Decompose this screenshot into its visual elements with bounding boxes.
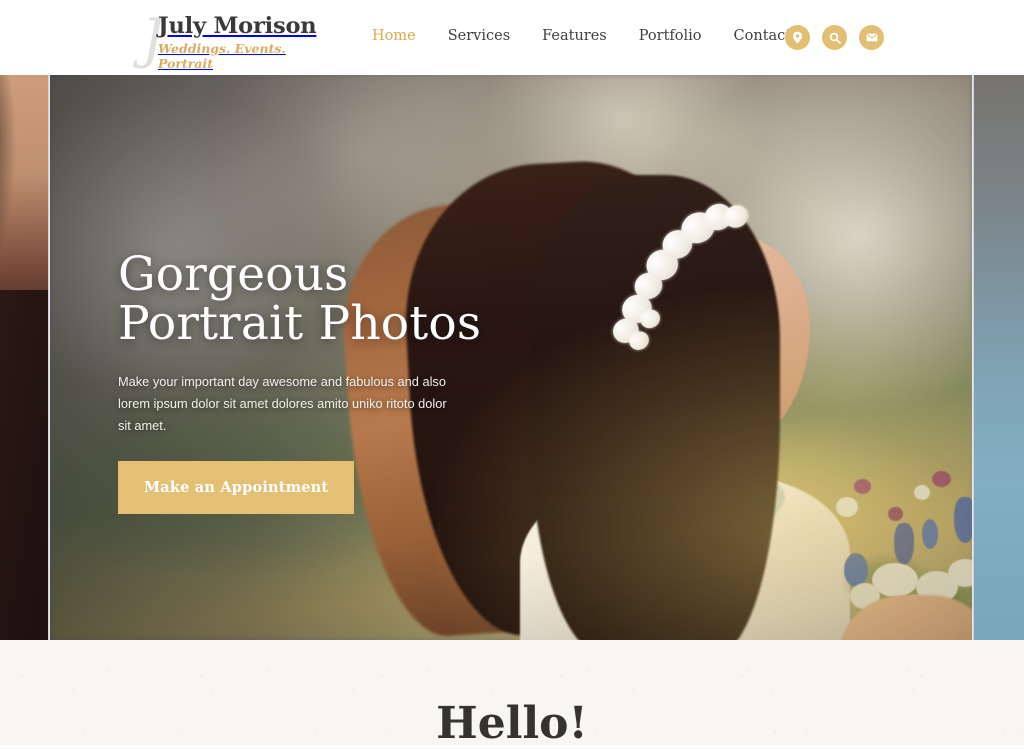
search-button[interactable] xyxy=(822,25,847,50)
hero-caption: Gorgeous Portrait Photos Make your impor… xyxy=(118,250,538,514)
brand-logo[interactable]: J July Morison Weddings. Events. Portrai… xyxy=(142,12,328,71)
nav-item-home[interactable]: Home xyxy=(356,28,432,44)
hero-title: Gorgeous Portrait Photos xyxy=(118,250,538,349)
nav-item-features[interactable]: Features xyxy=(526,28,623,44)
map-pin-icon xyxy=(793,31,802,44)
site-header: J July Morison Weddings. Events. Portrai… xyxy=(0,0,1024,75)
hello-section: Hello! xyxy=(0,640,1024,749)
hero-slider[interactable]: Gorgeous Portrait Photos Make your impor… xyxy=(0,75,1024,640)
hero-title-line-2: Portrait Photos xyxy=(118,296,482,352)
mail-button[interactable] xyxy=(859,25,884,50)
header-actions xyxy=(785,25,884,50)
slide-next[interactable] xyxy=(974,75,1024,640)
search-icon xyxy=(829,32,841,44)
location-button[interactable] xyxy=(785,25,810,50)
mail-icon xyxy=(866,33,877,42)
nav-item-portfolio[interactable]: Portfolio xyxy=(623,28,718,44)
hero-description: Make your important day awesome and fabu… xyxy=(118,373,447,433)
hello-heading: Hello! xyxy=(436,698,588,749)
slide-next-image xyxy=(974,75,1024,640)
slide-previous-image xyxy=(0,75,48,640)
main-navigation: Home Services Features Portfolio Contact… xyxy=(356,28,815,44)
nav-item-services[interactable]: Services xyxy=(432,28,526,44)
brand-tagline: Weddings. Events. Portrait xyxy=(158,40,286,71)
make-appointment-button[interactable]: Make an Appointment xyxy=(118,460,355,514)
slide-previous[interactable] xyxy=(0,75,48,640)
brand-name: July Morison xyxy=(158,13,317,39)
hero-title-line-1: Gorgeous xyxy=(118,247,349,302)
